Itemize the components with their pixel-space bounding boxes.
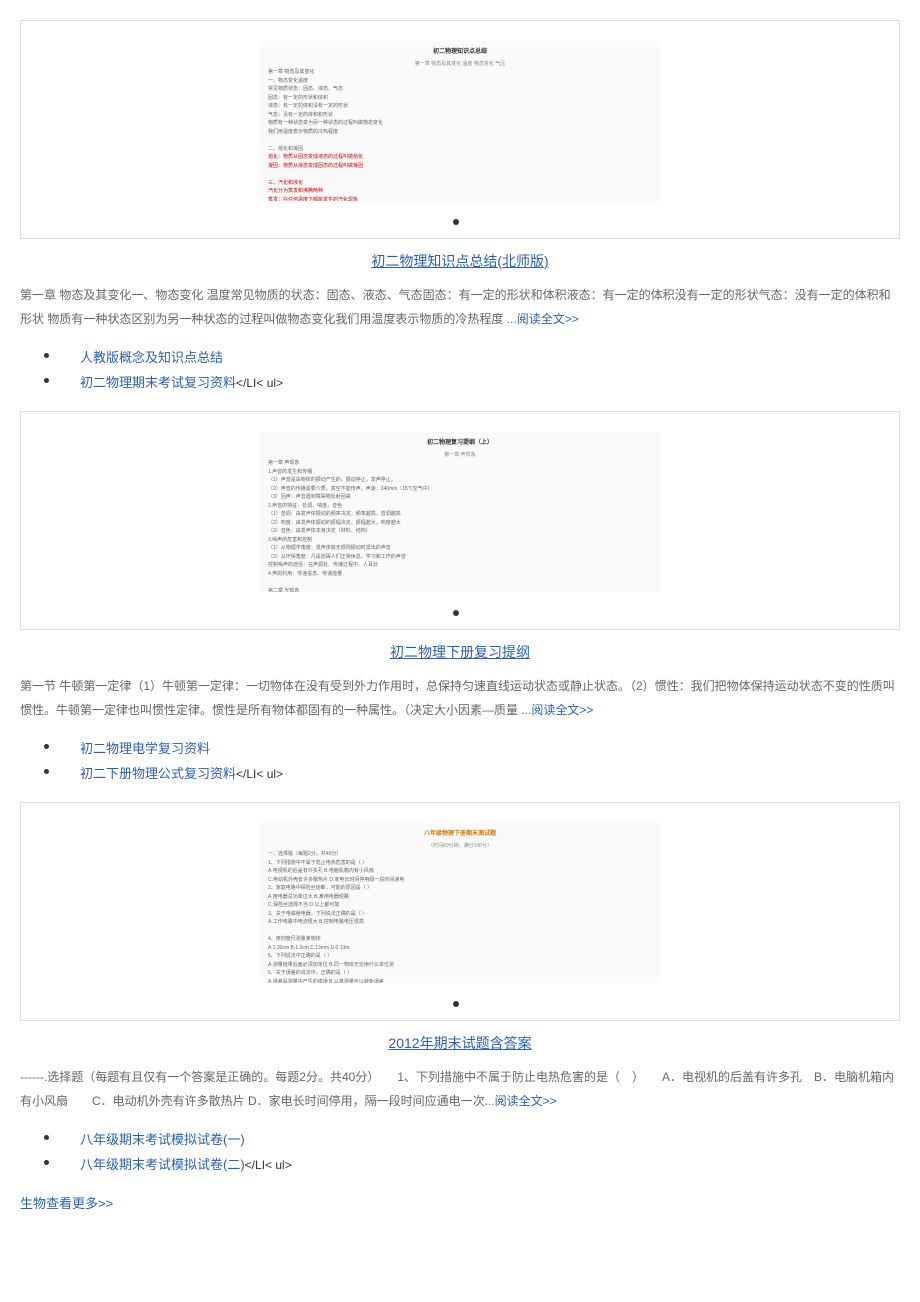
thumbnail-1[interactable]: 初二物理知识点总结 第一章 物态及其变化 温度 物态变化 气压 第一章 物态及其… xyxy=(260,41,660,201)
thumb-2-lines: 第一章 声现象1.声音的发生和传播（1）声音是由物体的振动产生的。振动停止，发声… xyxy=(268,460,652,592)
thumbnail-3[interactable]: 八年级物理下册期末测试题 （时间60分钟，满分100分） 一、选择题（每题2分，… xyxy=(260,823,660,983)
link-list-1: 人教版概念及知识点总结 初二物理期末考试复习资料</LI< ul> xyxy=(20,347,900,391)
excerpt-2-text: 第一节 牛顿第一定律（1）牛顿第一定律：一切物体在没有受到外力作用时，总保持匀速… xyxy=(20,679,895,717)
list-item: 初二物理期末考试复习资料</LI< ul> xyxy=(20,372,900,391)
list-item: 八年级期末考试模拟试卷(二)</LI< ul> xyxy=(20,1154,900,1173)
list-item: 初二下册物理公式复习资料</LI< ul> xyxy=(20,763,900,782)
bullet-icon xyxy=(453,1001,459,1007)
title-link-3[interactable]: 2012年期末试题含答案 xyxy=(20,1033,900,1053)
list-item: 初二物理电学复习资料 xyxy=(20,738,900,757)
thumb-2-content: 初二物理复习提纲（上） 第一章 声现象 第一章 声现象1.声音的发生和传播（1）… xyxy=(260,432,660,592)
view-more-link[interactable]: 查看更多>> xyxy=(46,1196,113,1211)
thumb-1-content: 初二物理知识点总结 第一章 物态及其变化 温度 物态变化 气压 第一章 物态及其… xyxy=(260,41,660,201)
link-list-2: 初二物理电学复习资料 初二下册物理公式复习资料</LI< ul> xyxy=(20,738,900,782)
thumb-1-sub: 第一章 物态及其变化 温度 物态变化 气压 xyxy=(268,61,652,68)
link-list-3: 八年级期末考试模拟试卷(一) 八年级期末考试模拟试卷(二)</LI< ul> xyxy=(20,1129,900,1173)
list-item: 人教版概念及知识点总结 xyxy=(20,347,900,366)
thumbnail-box-1: 初二物理知识点总结 第一章 物态及其变化 温度 物态变化 气压 第一章 物态及其… xyxy=(20,20,900,239)
related-link-2b[interactable]: 初二下册物理公式复习资料 xyxy=(80,766,236,781)
excerpt-2: 第一节 牛顿第一定律（1）牛顿第一定律：一切物体在没有受到外力作用时，总保持匀速… xyxy=(20,674,900,722)
read-more-3[interactable]: 阅读全文>> xyxy=(495,1094,557,1108)
excerpt-3: ------.选择题（每题有且仅有一个答案是正确的。每题2分。共40分） 1、下… xyxy=(20,1065,900,1113)
category-line: 生物查看更多>> xyxy=(20,1193,900,1212)
section-exam-2012: 八年级物理下册期末测试题 （时间60分钟，满分100分） 一、选择题（每题2分，… xyxy=(20,802,900,1173)
excerpt-3-text: ------.选择题（每题有且仅有一个答案是正确的。每题2分。共40分） 1、下… xyxy=(20,1070,894,1108)
section-physics-knowledge: 初二物理知识点总结 第一章 物态及其变化 温度 物态变化 气压 第一章 物态及其… xyxy=(20,20,900,391)
suffix-2b: </LI< ul> xyxy=(236,767,283,781)
thumb-3-content: 八年级物理下册期末测试题 （时间60分钟，满分100分） 一、选择题（每题2分，… xyxy=(260,823,660,983)
related-link-1b[interactable]: 初二物理期末考试复习资料 xyxy=(80,375,236,390)
read-more-1[interactable]: 阅读全文>> xyxy=(517,312,579,326)
category-label: 生物 xyxy=(20,1196,46,1211)
excerpt-1-text: 第一章 物态及其变化一、物态变化 温度常见物质的状态：固态、液态、气态固态：有一… xyxy=(20,288,891,326)
thumb-2-heading: 初二物理复习提纲（上） xyxy=(268,440,652,448)
thumb-1-heading: 初二物理知识点总结 xyxy=(268,49,652,57)
bullet-icon xyxy=(453,610,459,616)
read-more-2[interactable]: 阅读全文>> xyxy=(531,703,593,717)
related-link-3a[interactable]: 八年级期末考试模拟试卷(一) xyxy=(80,1132,245,1147)
bullet-icon xyxy=(453,219,459,225)
related-link-3b[interactable]: 八年级期末考试模拟试卷(二) xyxy=(80,1157,245,1172)
related-link-2a[interactable]: 初二物理电学复习资料 xyxy=(80,741,210,756)
suffix-1b: </LI< ul> xyxy=(236,376,283,390)
title-link-2[interactable]: 初二物理下册复习提纲 xyxy=(20,642,900,662)
title-link-1[interactable]: 初二物理知识点总结(北师版) xyxy=(20,251,900,271)
thumbnail-box-3: 八年级物理下册期末测试题 （时间60分钟，满分100分） 一、选择题（每题2分，… xyxy=(20,802,900,1021)
section-physics-review: 初二物理复习提纲（上） 第一章 声现象 第一章 声现象1.声音的发生和传播（1）… xyxy=(20,411,900,782)
thumbnail-2[interactable]: 初二物理复习提纲（上） 第一章 声现象 第一章 声现象1.声音的发生和传播（1）… xyxy=(260,432,660,592)
excerpt-1: 第一章 物态及其变化一、物态变化 温度常见物质的状态：固态、液态、气态固态：有一… xyxy=(20,283,900,331)
related-link-1a[interactable]: 人教版概念及知识点总结 xyxy=(80,350,223,365)
thumb-3-sub: （时间60分钟，满分100分） xyxy=(268,843,652,850)
suffix-3b: </LI< ul> xyxy=(245,1158,292,1172)
thumb-3-lines: 一、选择题（每题2分，共40分）1、下列措施中不属于防止电热危害的是（ ）A.电… xyxy=(268,851,652,983)
thumb-2-sub: 第一章 声现象 xyxy=(268,452,652,459)
thumbnail-box-2: 初二物理复习提纲（上） 第一章 声现象 第一章 声现象1.声音的发生和传播（1）… xyxy=(20,411,900,630)
thumb-1-lines: 第一章 物态及其变化一、物态变化温度常见物质状态：固态、液态、气态固态：有一定的… xyxy=(268,69,652,201)
list-item: 八年级期末考试模拟试卷(一) xyxy=(20,1129,900,1148)
thumb-3-heading: 八年级物理下册期末测试题 xyxy=(268,831,652,839)
